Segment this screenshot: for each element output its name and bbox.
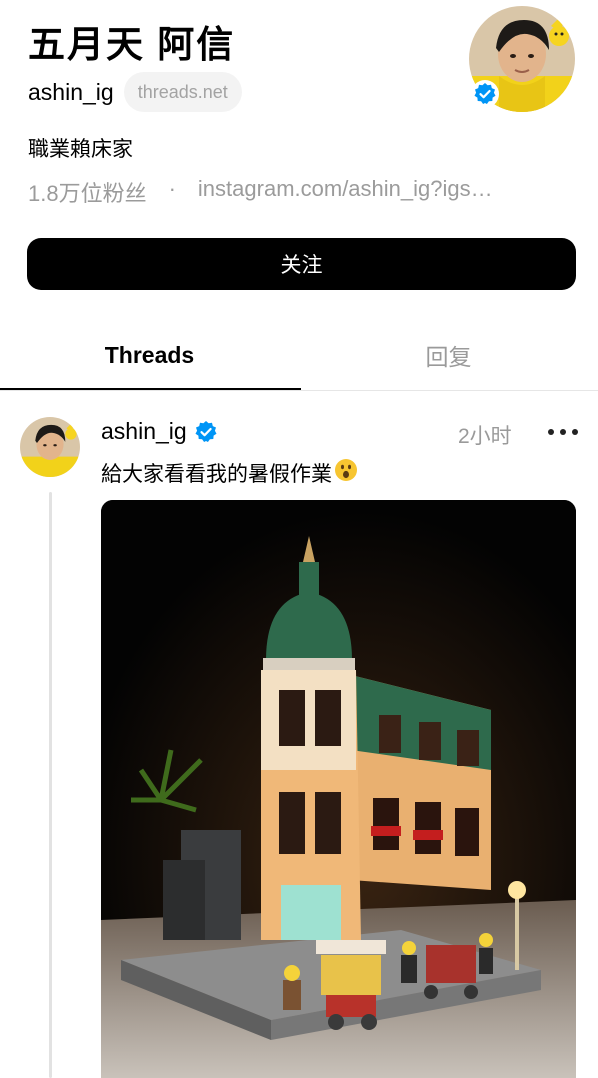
thread-line xyxy=(49,492,52,1078)
tab-replies[interactable]: 回复 xyxy=(299,320,598,390)
threads-profile-page: 五月天 阿信 ashin_ig threads.net 職業賴床家 1.8万位粉… xyxy=(0,0,598,1078)
profile-name: 五月天 阿信 xyxy=(28,24,236,65)
post-header: ashin_ig xyxy=(101,418,219,445)
tab-threads[interactable]: Threads xyxy=(0,320,299,390)
avatar-photo xyxy=(20,417,80,477)
verified-badge-icon xyxy=(192,418,219,445)
profile-link[interactable]: instagram.com/ashin_ig?igs… xyxy=(198,176,493,208)
post-author-name[interactable]: ashin_ig xyxy=(101,418,187,445)
follow-button[interactable]: 关注 xyxy=(27,238,576,290)
domain-badge[interactable]: threads.net xyxy=(123,72,242,112)
post-image[interactable] xyxy=(101,500,576,1078)
surprised-face-emoji xyxy=(334,458,358,488)
post-author-avatar[interactable] xyxy=(20,417,80,477)
meta-separator: · xyxy=(168,176,176,201)
follower-count[interactable]: 1.8万位粉丝 xyxy=(28,176,147,208)
post-text: 給大家看看我的暑假作業 xyxy=(101,458,358,488)
more-options-icon[interactable] xyxy=(548,424,578,440)
profile-handle: ashin_ig xyxy=(28,78,114,105)
verified-badge-icon xyxy=(471,80,499,108)
lego-building-photo xyxy=(101,500,576,1078)
active-tab-indicator xyxy=(0,388,301,390)
handle-row: ashin_ig threads.net xyxy=(28,72,242,112)
tabs-divider xyxy=(0,390,598,391)
post-timestamp: 2小时 xyxy=(458,425,512,448)
post-body: 給大家看看我的暑假作業 xyxy=(101,463,332,486)
profile-meta: 1.8万位粉丝 · instagram.com/ashin_ig?igs… xyxy=(28,176,576,208)
profile-bio: 職業賴床家 xyxy=(28,138,133,161)
profile-tabs: Threads 回复 xyxy=(0,320,598,392)
